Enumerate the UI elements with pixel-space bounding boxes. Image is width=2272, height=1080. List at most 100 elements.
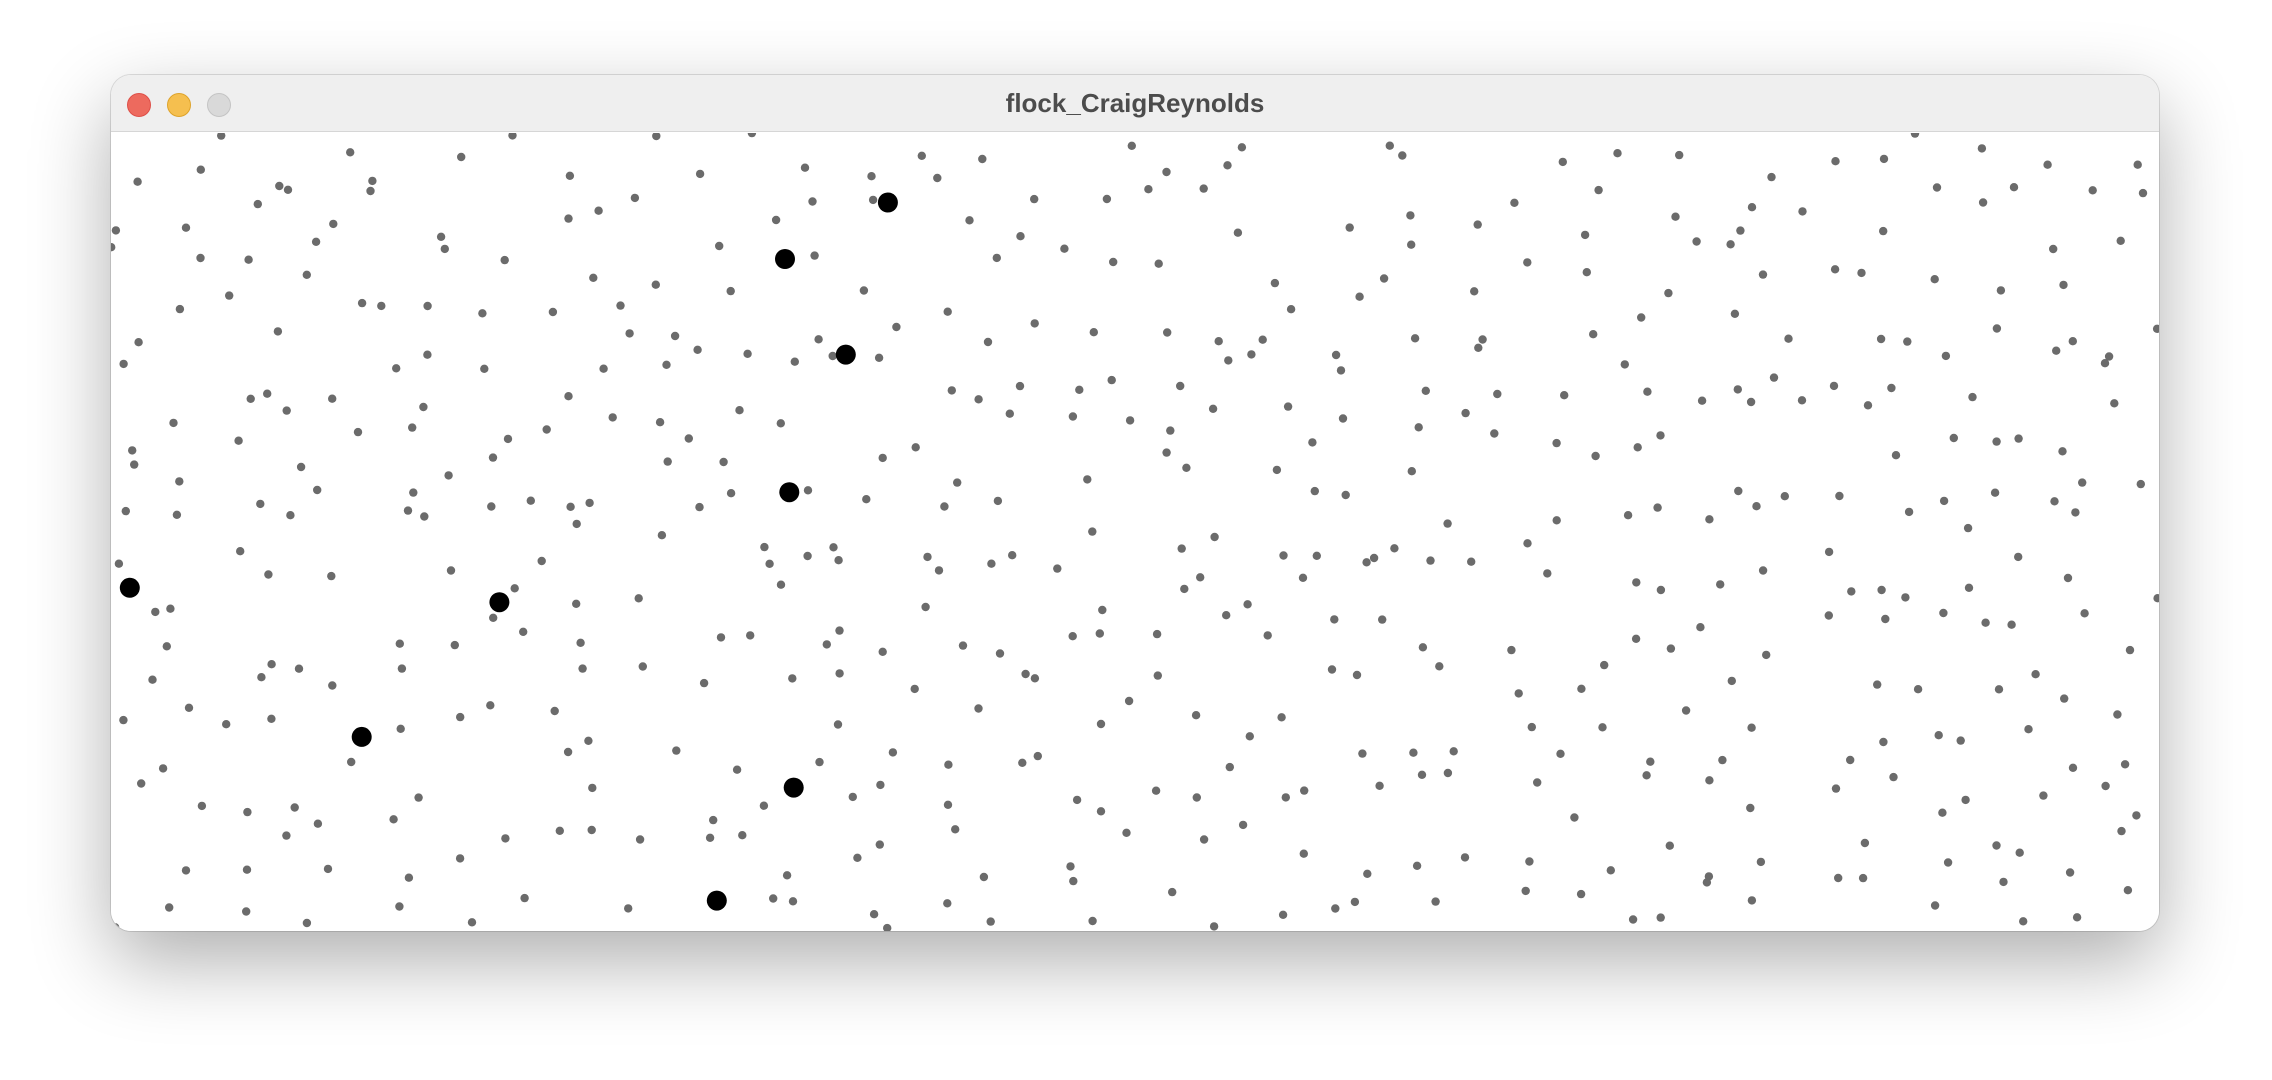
boid: [759, 801, 769, 810]
boid: [2101, 781, 2110, 791]
boid: [1095, 629, 1104, 638]
boid: [1632, 578, 1641, 587]
boid: [450, 640, 459, 650]
boid: [396, 724, 405, 733]
boid: [716, 633, 726, 642]
boid: [663, 457, 672, 466]
boid: [1576, 889, 1586, 899]
boid: [1409, 748, 1418, 757]
title-bar[interactable]: flock_CraigReynolds: [111, 75, 2159, 132]
boid: [2058, 447, 2067, 456]
boid: [1992, 841, 2001, 850]
boid: [589, 273, 598, 282]
boid: [747, 133, 757, 138]
boid: [1996, 286, 2006, 295]
boid: [1237, 143, 1247, 152]
boid: [1072, 795, 1082, 805]
boid: [1552, 438, 1561, 448]
highlighted-boid: [489, 592, 510, 613]
boid: [1633, 443, 1642, 452]
boid: [2104, 352, 2114, 361]
boid: [655, 418, 665, 427]
boid: [878, 647, 887, 656]
boid: [2009, 183, 2019, 192]
boid: [699, 678, 709, 688]
boid: [111, 226, 121, 235]
boid: [1300, 786, 1309, 795]
boid: [296, 462, 306, 472]
boid: [1834, 873, 1843, 883]
boid: [395, 639, 404, 648]
simulation-canvas[interactable]: [111, 133, 2159, 931]
boid: [1180, 584, 1189, 594]
boid: [256, 499, 265, 509]
boid: [1224, 356, 1233, 365]
boid: [771, 215, 781, 225]
boid: [419, 402, 428, 412]
boid: [835, 626, 844, 635]
boid: [327, 571, 336, 581]
boid: [1653, 503, 1662, 512]
boid: [1858, 873, 1868, 883]
boid: [1769, 373, 1779, 382]
boid: [175, 304, 185, 314]
flock-svg: [111, 133, 2159, 931]
boid: [760, 542, 769, 552]
boid: [2153, 594, 2159, 603]
boid: [1102, 194, 1112, 204]
boid: [353, 427, 363, 437]
boid: [1245, 732, 1255, 741]
boid: [2060, 694, 2069, 703]
boid: [1338, 414, 1348, 423]
boid: [788, 897, 798, 906]
boid: [1510, 198, 1519, 207]
boid: [267, 714, 276, 723]
boid: [1930, 275, 1939, 284]
boid: [1196, 573, 1205, 582]
boid: [943, 307, 952, 316]
boid: [2063, 573, 2073, 583]
boid: [1281, 793, 1291, 802]
boid: [2019, 917, 2028, 926]
boid: [196, 253, 205, 263]
boid: [1860, 838, 1870, 848]
boid: [2152, 324, 2159, 333]
boid: [1784, 334, 1793, 343]
boid: [436, 232, 446, 241]
boid: [1747, 896, 1757, 905]
boid: [114, 559, 124, 568]
boid: [808, 197, 817, 206]
boid: [1681, 706, 1691, 715]
boid: [519, 627, 528, 636]
boid: [1407, 467, 1417, 476]
boid: [1582, 268, 1592, 277]
boid: [1478, 335, 1487, 344]
boid: [853, 853, 862, 862]
boid: [1887, 383, 1896, 393]
boid: [934, 566, 944, 575]
boid: [1272, 465, 1282, 475]
boid: [1331, 350, 1341, 360]
boid: [1362, 558, 1371, 567]
boid: [1069, 876, 1078, 886]
boid: [876, 780, 885, 790]
boid: [217, 133, 226, 140]
boid: [1949, 433, 1959, 443]
boid: [587, 825, 596, 835]
boid: [726, 489, 736, 498]
boid: [1191, 711, 1201, 720]
boid: [1417, 770, 1427, 779]
boid: [1891, 451, 1901, 460]
boid: [1461, 408, 1470, 418]
boid: [1577, 684, 1586, 693]
boid: [1222, 611, 1231, 620]
boid: [1435, 662, 1444, 671]
boid: [542, 425, 551, 434]
boid: [119, 359, 128, 369]
boid: [1829, 381, 1839, 391]
boid: [478, 309, 487, 318]
boid: [911, 443, 920, 452]
boid: [803, 486, 813, 495]
boid: [1990, 488, 2000, 497]
boid: [1943, 858, 1953, 867]
